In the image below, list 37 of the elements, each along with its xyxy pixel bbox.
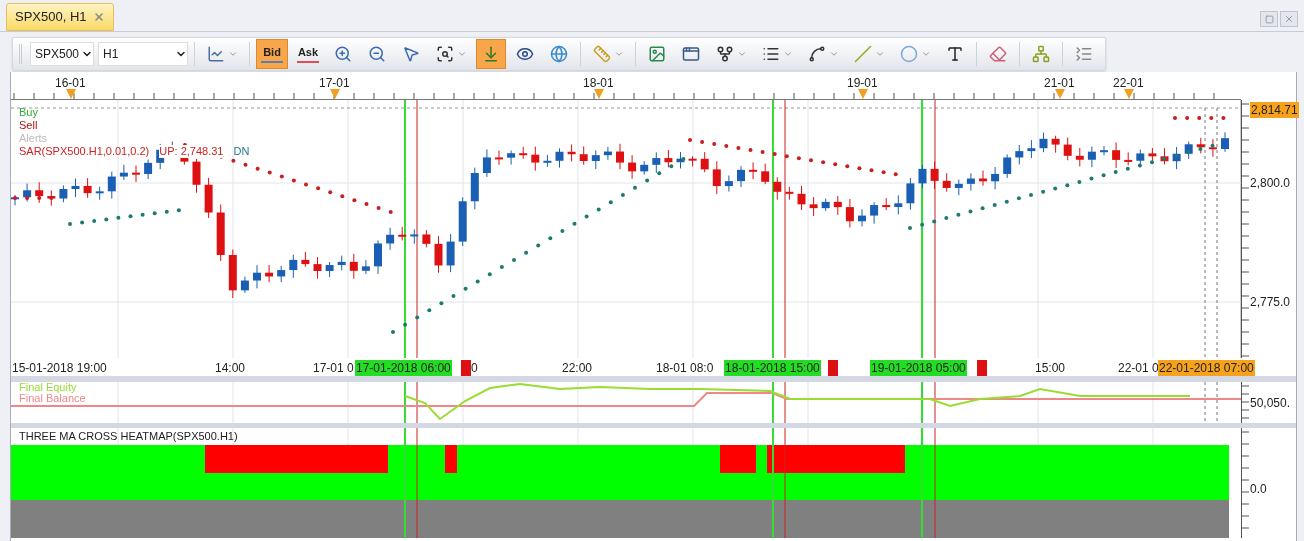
price-button[interactable]: Bid	[256, 38, 288, 69]
time-label: 22-01-2018 07:00	[1158, 360, 1255, 376]
time-label: 19-01-2018 05:00	[870, 360, 967, 376]
time-label: 0	[471, 360, 478, 376]
legend-label: Alerts	[19, 132, 49, 145]
legend-label: Buy	[19, 106, 39, 119]
time-label: 15:00	[1035, 360, 1066, 376]
heatmap-label: 0.0	[1250, 481, 1267, 498]
legend-label: Final Balance	[19, 393, 86, 404]
symbol-dropdown[interactable]: SPX500	[30, 41, 94, 66]
time-label: 17-01-2018 06:00	[355, 360, 452, 376]
legend-label: Final Equity	[19, 382, 77, 393]
date-label: 16-01	[55, 75, 86, 92]
chart-tab[interactable]: SPX500, H1	[6, 3, 114, 31]
date-label: 22-01	[1113, 75, 1144, 92]
timeframe-dropdown[interactable]: H1	[98, 41, 188, 66]
legend-label: Sell	[19, 119, 39, 132]
date-label: 18-01	[583, 75, 614, 92]
price-label: 2,800.0	[1250, 175, 1291, 191]
indicator-value: UP: 2,748.31	[159, 145, 224, 158]
equity-label: 50,050.	[1250, 395, 1291, 412]
time-label: 17-01 0	[313, 360, 354, 376]
date-label: 17-01	[319, 75, 350, 92]
tab-label: SPX500, H1	[15, 8, 87, 27]
date-label: 21-01	[1044, 75, 1075, 92]
price-label: 2,814.71	[1250, 102, 1299, 118]
price-label: 2,775.0	[1250, 294, 1291, 310]
price-button[interactable]: Ask	[292, 38, 324, 69]
indicator-title: THREE MA CROSS HEATMAP(SPX500.H1)	[19, 430, 238, 443]
time-label: 15-01-2018 19:00	[12, 360, 107, 376]
time-label: 18-01 08:0	[656, 360, 714, 376]
time-label: 22:00	[562, 360, 593, 376]
indicator-label: SAR(SPX500.H1,0.01,0.2)	[19, 145, 150, 158]
time-label: 14:00	[215, 360, 246, 376]
indicator-label: DN	[233, 145, 250, 158]
date-label: 19-01	[847, 75, 878, 92]
time-label: 18-01-2018 15:00	[724, 360, 821, 376]
